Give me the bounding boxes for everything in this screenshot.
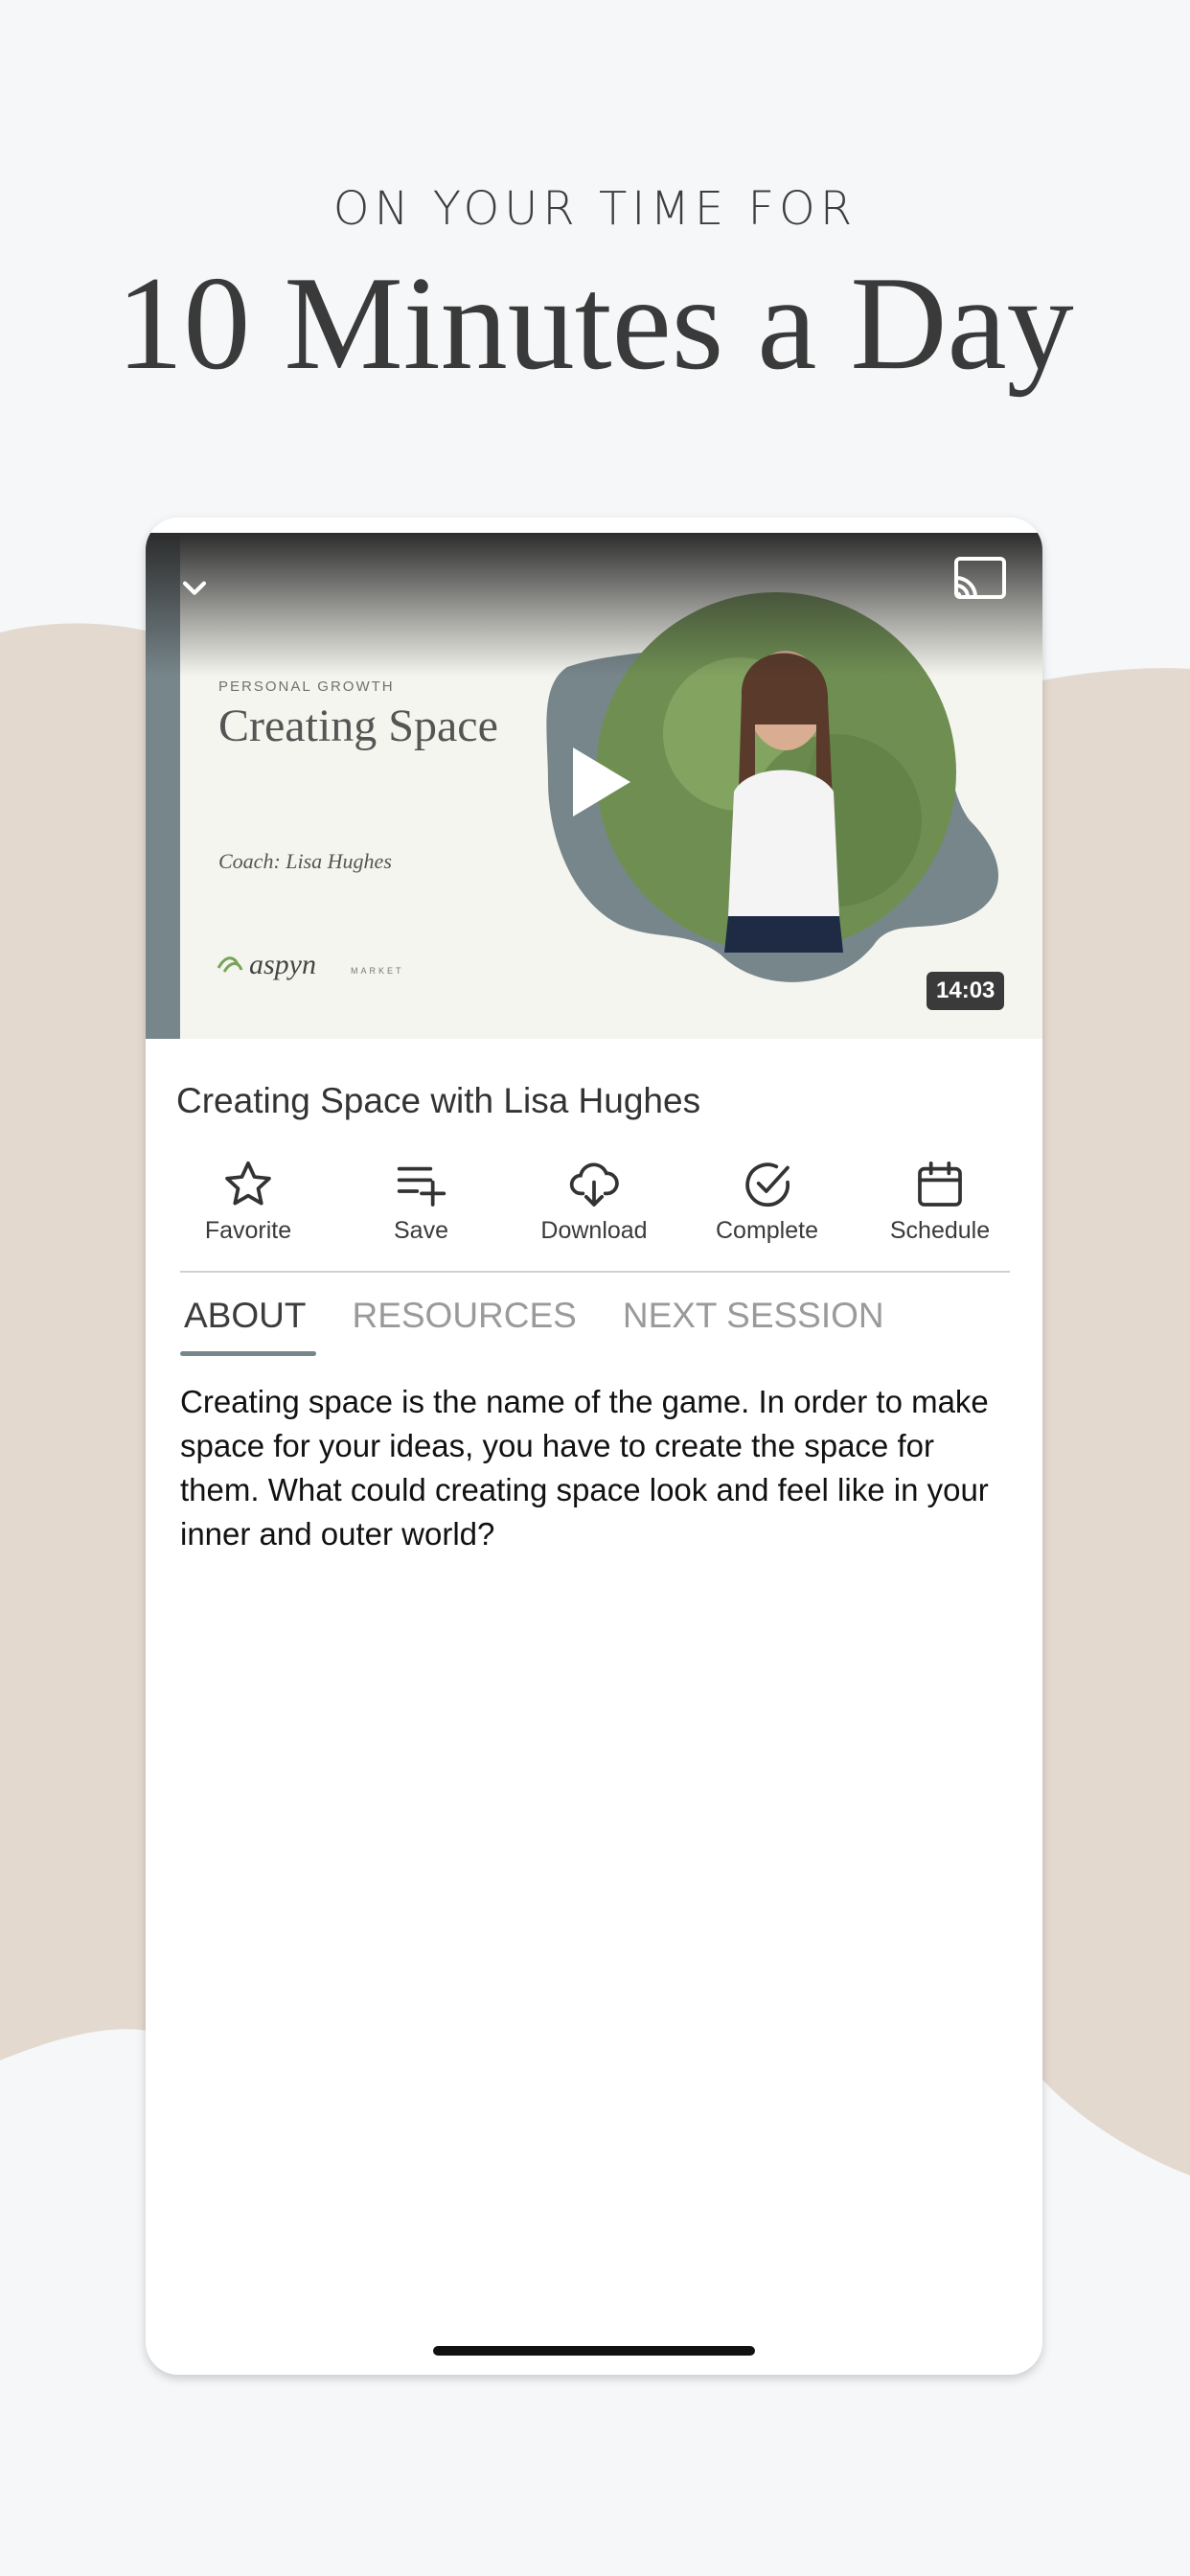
complete-button[interactable]: Complete [696,1158,839,1254]
phone-screen: PERSONAL GROWTH Creating Space Coach: Li… [146,518,1042,2375]
cast-icon[interactable] [950,554,1008,602]
download-button[interactable]: Download [522,1158,666,1254]
video-duration: 14:03 [927,972,1005,1010]
tab-next-session[interactable]: NEXT SESSION [623,1296,884,1336]
chevron-down-icon[interactable] [178,571,211,604]
action-bar: Favorite Save Download Complete Schedule [176,1158,1012,1254]
svg-text:MARKET: MARKET [351,966,404,976]
divider [180,1271,1010,1273]
save-label: Save [394,1217,448,1244]
download-label: Download [540,1217,648,1244]
tab-resources[interactable]: RESOURCES [352,1296,576,1336]
active-tab-indicator [180,1351,316,1356]
video-title: Creating Space [218,701,498,751]
video-category: PERSONAL GROWTH [218,678,395,695]
favorite-button[interactable]: Favorite [176,1158,320,1254]
play-icon[interactable] [567,744,634,820]
tab-about[interactable]: ABOUT [184,1296,306,1336]
session-title: Creating Space with Lisa Hughes [176,1081,701,1120]
video-top-gradient [146,533,1042,677]
check-circle-icon [744,1162,790,1208]
video-player[interactable]: PERSONAL GROWTH Creating Space Coach: Li… [146,533,1042,1039]
headline: ON YOUR TIME FOR 10 Minutes a Day [0,182,1190,391]
headline-title: 10 Minutes a Day [116,249,1074,398]
cloud-download-icon [569,1162,619,1207]
favorite-label: Favorite [204,1217,292,1244]
about-text: Creating space is the name of the game. … [180,1384,989,1552]
tab-bar: ABOUT RESOURCES NEXT SESSION [184,1296,884,1336]
video-coach: Coach: Lisa Hughes [218,849,392,873]
save-button[interactable]: Save [350,1158,493,1254]
calendar-icon [918,1161,962,1207]
schedule-button[interactable]: Schedule [868,1158,1012,1254]
schedule-label: Schedule [889,1217,991,1244]
headline-subtitle: ON YOUR TIME FOR [332,182,858,236]
playlist-add-icon [397,1166,446,1207]
aspyn-logo: aspyn MARKET [217,949,404,980]
svg-text:aspyn: aspyn [249,949,316,980]
home-indicator[interactable] [433,2346,755,2356]
star-icon [225,1161,271,1206]
complete-label: Complete [716,1217,818,1244]
